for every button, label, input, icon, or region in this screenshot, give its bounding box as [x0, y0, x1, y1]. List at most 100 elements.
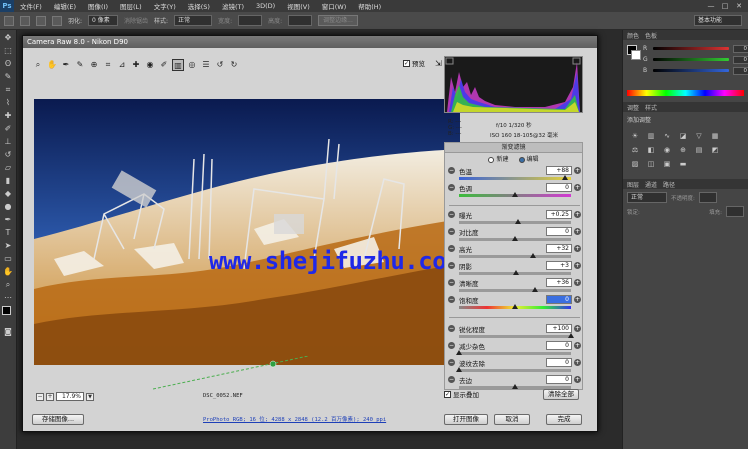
posterize-adjust-icon[interactable]: ▨ — [629, 159, 641, 169]
slider-thumb[interactable] — [512, 236, 518, 241]
photo-preview[interactable]: www.shejifuzhu.com — [34, 99, 460, 365]
zoom-dropdown-icon[interactable]: ▼ — [86, 392, 94, 401]
gradient-guide[interactable] — [153, 356, 313, 396]
decrease-icon[interactable]: − — [448, 211, 455, 218]
spot-removal-tool-icon[interactable]: ✚ — [130, 59, 142, 71]
increase-icon[interactable]: + — [574, 325, 581, 332]
color-channel-row[interactable]: R0 — [623, 43, 748, 54]
radio-edit-icon[interactable] — [518, 156, 525, 163]
foreground-color-swatch[interactable] — [2, 306, 11, 315]
increase-icon[interactable]: + — [574, 376, 581, 383]
gradient-tool-icon[interactable]: ▮ — [2, 175, 15, 186]
pen-tool-icon[interactable]: ✒ — [2, 214, 15, 225]
tab-swatches[interactable]: 色板 — [645, 31, 657, 40]
hue-adjust-icon[interactable]: ▦ — [709, 131, 721, 141]
slider-value-input[interactable]: +0.25 — [546, 210, 572, 219]
zoom-tool-icon[interactable]: ⌕ — [2, 279, 15, 290]
slider-value-input[interactable]: 0 — [546, 358, 572, 367]
slider-value-input[interactable]: +3 — [546, 261, 572, 270]
decrease-icon[interactable]: − — [448, 184, 455, 191]
decrease-icon[interactable]: − — [448, 262, 455, 269]
slider-value-input[interactable]: 0 — [546, 341, 572, 350]
history-brush-tool-icon[interactable]: ↺ — [2, 149, 15, 160]
blur-tool-icon[interactable]: ◆ — [2, 188, 15, 199]
slider-thumb[interactable] — [529, 253, 536, 258]
decrease-icon[interactable]: − — [448, 228, 455, 235]
slider-thumb[interactable] — [562, 175, 569, 180]
dodge-tool-icon[interactable]: ● — [2, 201, 15, 212]
healing-tool-icon[interactable]: ✚ — [2, 110, 15, 121]
preferences-icon[interactable]: ☰ — [200, 59, 212, 71]
highlight-clipping-icon[interactable] — [572, 57, 581, 65]
slider-row[interactable]: − 曝光 +0.25 + — [445, 209, 584, 226]
new-selection-icon[interactable] — [20, 15, 30, 26]
rotate-right-icon[interactable]: ↻ — [228, 59, 240, 71]
straighten-tool-icon[interactable]: ⊿ — [116, 59, 128, 71]
slider-value-input[interactable]: +88 — [546, 166, 572, 175]
color-spectrum-bar[interactable] — [627, 90, 744, 96]
radial-filter-tool-icon[interactable]: ◎ — [186, 59, 198, 71]
decrease-icon[interactable]: − — [448, 167, 455, 174]
slider-thumb[interactable] — [532, 287, 539, 292]
slider-track[interactable] — [459, 335, 571, 338]
workspace-select[interactable]: 基本功能 — [694, 15, 742, 26]
slider-value-input[interactable]: +100 — [546, 324, 572, 333]
shape-tool-icon[interactable]: ▭ — [2, 253, 15, 264]
decrease-icon[interactable]: − — [448, 376, 455, 383]
hand-tool-icon[interactable]: ✋ — [46, 59, 58, 71]
increase-icon[interactable]: + — [574, 342, 581, 349]
slider-thumb[interactable] — [512, 304, 518, 309]
slider-row[interactable]: − 阴影 +3 + — [445, 260, 584, 277]
slider-row[interactable]: − 色温 +88 + — [445, 165, 584, 182]
slider-row[interactable]: − 锐化程度 +100 + — [445, 323, 584, 340]
color-channel-row[interactable]: G0 — [623, 54, 748, 65]
tab-layers[interactable]: 图层 — [627, 180, 639, 189]
menu-help[interactable]: 帮助(H) — [352, 1, 387, 11]
path-select-tool-icon[interactable]: ➤ — [2, 240, 15, 251]
slider-row[interactable]: − 波纹去除 0 + — [445, 357, 584, 374]
increase-icon[interactable]: + — [574, 245, 581, 252]
subtract-selection-icon[interactable] — [52, 15, 62, 26]
slider-row[interactable]: − 高光 +32 + — [445, 243, 584, 260]
slider-track[interactable] — [459, 352, 571, 355]
gradient-map-adjust-icon[interactable]: ▬ — [677, 159, 689, 169]
graduated-filter-tool-icon[interactable]: ▥ — [172, 58, 184, 71]
menu-select[interactable]: 选择(S) — [182, 1, 216, 11]
slider-track[interactable] — [459, 289, 571, 292]
slider-thumb[interactable] — [512, 384, 518, 389]
slider-thumb[interactable] — [512, 192, 518, 197]
bw-adjust-icon[interactable]: ◧ — [645, 145, 657, 155]
brightness-adjust-icon[interactable]: ☀ — [629, 131, 641, 141]
menu-window[interactable]: 窗口(W) — [316, 1, 353, 11]
vibrance-adjust-icon[interactable]: ▽ — [693, 131, 705, 141]
add-selection-icon[interactable] — [36, 15, 46, 26]
zoom-value[interactable]: 17.9% — [56, 392, 84, 401]
move-tool-icon[interactable]: ✥ — [2, 32, 15, 43]
decrease-icon[interactable]: − — [448, 245, 455, 252]
eraser-tool-icon[interactable]: ▱ — [2, 162, 15, 173]
fullscreen-icon[interactable]: ⇲ — [435, 59, 442, 68]
decrease-icon[interactable]: − — [448, 296, 455, 303]
rotate-left-icon[interactable]: ↺ — [214, 59, 226, 71]
decrease-icon[interactable]: − — [448, 342, 455, 349]
slider-thumb[interactable] — [456, 367, 462, 372]
channel-slider[interactable] — [653, 69, 729, 72]
white-balance-tool-icon[interactable]: ✒ — [60, 59, 72, 71]
slider-thumb[interactable] — [568, 333, 574, 338]
blend-mode-select[interactable]: 正常 — [627, 192, 667, 203]
photo-filter-adjust-icon[interactable]: ◉ — [661, 145, 673, 155]
hand-tool-icon[interactable]: ✋ — [2, 266, 15, 277]
slider-row[interactable]: − 对比度 0 + — [445, 226, 584, 243]
zoom-out-button[interactable]: − — [36, 392, 44, 401]
maximize-button[interactable]: □ — [720, 1, 730, 11]
slider-row[interactable]: − 色调 0 + — [445, 182, 584, 199]
overlay-checkbox[interactable]: ✓ — [444, 390, 451, 398]
increase-icon[interactable]: + — [574, 184, 581, 191]
invert-adjust-icon[interactable]: ◩ — [709, 145, 721, 155]
refine-edge-button[interactable]: 调整边缘... — [318, 15, 358, 26]
eyedropper-tool-icon[interactable]: ⌇ — [2, 97, 15, 108]
quick-select-tool-icon[interactable]: ✎ — [2, 71, 15, 82]
channel-mixer-adjust-icon[interactable]: ⊕ — [677, 145, 689, 155]
slider-value-input[interactable]: 0 — [546, 183, 572, 192]
mode-edit-option[interactable]: 编辑 — [518, 154, 539, 163]
